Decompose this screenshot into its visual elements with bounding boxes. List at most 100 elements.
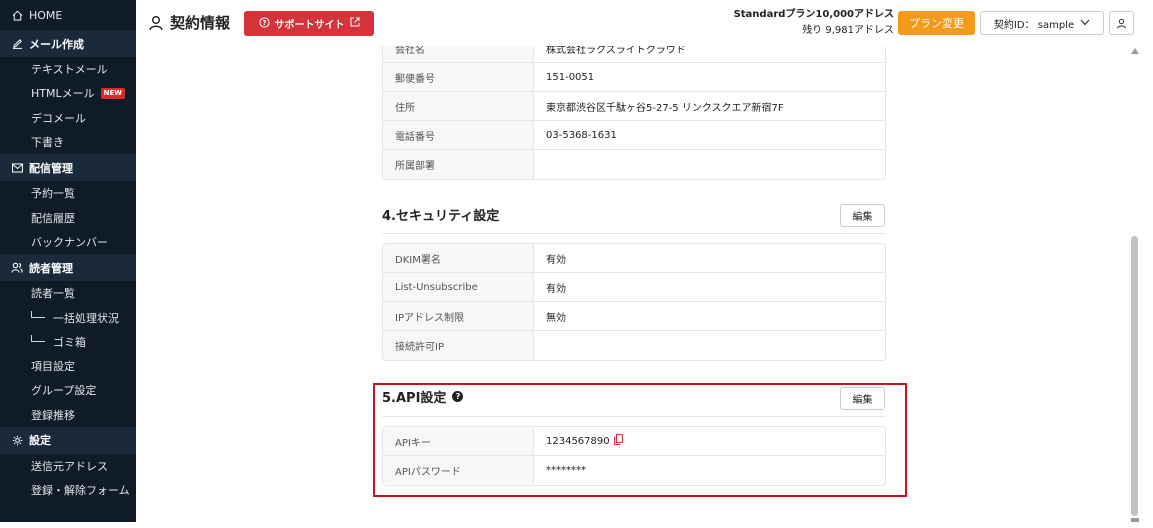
external-link-icon: [350, 17, 360, 30]
sidebar-item-label: ゴミ箱: [53, 335, 86, 349]
sidebar-item-label: 配信履歴: [31, 211, 75, 225]
sidebar-item-reservations[interactable]: 予約一覧: [0, 181, 136, 205]
sidebar-section-readers[interactable]: 読者管理: [0, 254, 136, 282]
header: 契約情報 ? サポートサイト Standardプラン10,000アドレス 残り …: [136, 0, 1153, 46]
row-value: [534, 150, 885, 179]
row-value: 有効: [546, 254, 566, 266]
sidebar-item-html-mail[interactable]: HTMLメール NEW: [0, 81, 136, 105]
row-value: 03-5368-1631: [546, 129, 617, 141]
table-row: IPアドレス制限 無効: [383, 302, 885, 331]
sidebar-item-sender-address[interactable]: 送信元アドレス: [0, 454, 136, 478]
row-value: 有効: [546, 283, 566, 295]
sidebar-item-bulk-status[interactable]: 一括処理状況: [0, 305, 136, 329]
support-site-label: サポートサイト: [274, 20, 345, 31]
row-label: IPアドレス制限: [383, 302, 534, 330]
security-section-title: 4.セキュリティ設定: [382, 205, 499, 224]
row-label: List-Unsubscribe: [383, 273, 534, 301]
sidebar-item-label: 予約一覧: [31, 187, 75, 201]
table-row: List-Unsubscribe 有効: [383, 273, 885, 302]
table-row: 郵便番号 151-0051: [383, 63, 885, 92]
table-row: 電話番号 03-5368-1631: [383, 121, 885, 150]
row-value: [534, 331, 885, 360]
sidebar-item-registration-trend[interactable]: 登録推移: [0, 403, 136, 427]
sidebar-item-label: 一括処理状況: [53, 311, 119, 325]
scroll-thumb[interactable]: [1131, 236, 1138, 516]
sidebar-home[interactable]: HOME: [0, 0, 136, 30]
sidebar-item-trash[interactable]: ゴミ箱: [0, 330, 136, 354]
security-edit-button[interactable]: 編集: [840, 204, 885, 227]
tree-connector-icon: [31, 311, 45, 319]
row-value: 株式会社ラクスライトクラウド: [546, 46, 686, 56]
sidebar: HOME メール作成 テキストメール HTMLメール NEW デコメール 下書き …: [0, 0, 136, 522]
sidebar-item-text-mail[interactable]: テキストメール: [0, 57, 136, 81]
sidebar-section-mail-create[interactable]: メール作成: [0, 30, 136, 57]
sidebar-section-label: 配信管理: [29, 161, 73, 175]
users-icon: [11, 262, 23, 274]
sidebar-item-label: グループ設定: [31, 384, 97, 398]
tree-connector-icon: [31, 335, 45, 343]
api-highlight-box: [373, 383, 907, 497]
row-value: 151-0051: [546, 71, 595, 83]
sidebar-item-history[interactable]: 配信履歴: [0, 205, 136, 229]
sidebar-item-reader-list[interactable]: 読者一覧: [0, 281, 136, 305]
sidebar-section-settings[interactable]: 設定: [0, 426, 136, 454]
row-value: 無効: [546, 312, 566, 324]
sidebar-item-label: 下書き: [31, 136, 64, 150]
help-circle-icon: ?: [258, 16, 270, 31]
sidebar-item-label: 項目設定: [31, 360, 75, 374]
chevron-down-icon: [1080, 18, 1090, 29]
row-label: 所属部署: [383, 150, 534, 179]
sidebar-section-label: メール作成: [29, 37, 84, 51]
sidebar-item-deco-mail[interactable]: デコメール: [0, 106, 136, 130]
scrollbar[interactable]: [1128, 46, 1141, 522]
row-label: 住所: [383, 92, 534, 120]
page-title-text: 契約情報: [170, 14, 231, 32]
sidebar-section-delivery[interactable]: 配信管理: [0, 154, 136, 182]
row-label: 電話番号: [383, 121, 534, 149]
sidebar-item-group-settings[interactable]: グループ設定: [0, 378, 136, 402]
page-title: 契約情報: [148, 12, 230, 33]
table-row: 会社名 株式会社ラクスライトクラウド: [383, 46, 885, 63]
sidebar-item-label: テキストメール: [31, 63, 108, 77]
row-label: DKIM署名: [383, 244, 534, 272]
table-row: DKIM署名 有効: [383, 244, 885, 273]
plan-name: Standardプラン10,000アドレス: [733, 9, 894, 20]
sidebar-item-drafts[interactable]: 下書き: [0, 130, 136, 154]
sidebar-item-label: デコメール: [31, 111, 86, 125]
sidebar-home-label: HOME: [29, 8, 63, 22]
table-row: 接続許可IP: [383, 331, 885, 360]
sidebar-section-label: 読者管理: [29, 261, 73, 275]
new-badge: NEW: [100, 87, 125, 99]
account-dropdown[interactable]: 契約ID： sample: [980, 11, 1104, 35]
security-section-title-text: 4.セキュリティ設定: [382, 209, 500, 224]
sidebar-item-forms[interactable]: 登録・解除フォーム: [0, 478, 136, 502]
company-info-table: 会社名 株式会社ラクスライトクラウド 郵便番号 151-0051 住所 東京都渋…: [382, 46, 886, 180]
gear-icon: [11, 434, 23, 446]
sidebar-item-label: 登録・解除フォーム: [31, 484, 130, 498]
envelope-icon: [11, 162, 23, 174]
account-id-label: 契約ID： sample: [993, 19, 1075, 31]
row-label: 会社名: [383, 46, 534, 62]
scroll-up-arrow-icon[interactable]: [1131, 48, 1139, 54]
sidebar-item-label: 読者一覧: [31, 287, 75, 301]
svg-text:?: ?: [262, 18, 266, 26]
user-icon: [1116, 14, 1127, 33]
sidebar-item-field-settings[interactable]: 項目設定: [0, 354, 136, 378]
row-label: 接続許可IP: [383, 331, 534, 360]
security-table: DKIM署名 有効 List-Unsubscribe 有効 IPアドレス制限 無…: [382, 243, 886, 361]
sidebar-item-label: 登録推移: [31, 408, 75, 422]
support-site-button[interactable]: ? サポートサイト: [244, 11, 374, 36]
sidebar-item-label: 送信元アドレス: [31, 460, 108, 473]
user-menu-button[interactable]: [1109, 11, 1134, 35]
pencil-icon: [11, 38, 23, 50]
sidebar-item-backnumber[interactable]: バックナンバー: [0, 230, 136, 254]
user-icon: [148, 15, 164, 31]
home-icon: [11, 9, 23, 21]
sidebar-section-label: 設定: [29, 434, 51, 448]
sidebar-item-label: バックナンバー: [31, 235, 108, 249]
plan-info: Standardプラン10,000アドレス 残り 9,981アドレス: [734, 7, 894, 39]
plan-change-button[interactable]: プラン変更: [898, 11, 975, 35]
main-content: 会社名 株式会社ラクスライトクラウド 郵便番号 151-0051 住所 東京都渋…: [136, 46, 1128, 522]
scroll-down-arrow-icon[interactable]: [1131, 518, 1139, 522]
remaining-addresses: 残り 9,981アドレス: [802, 25, 894, 36]
